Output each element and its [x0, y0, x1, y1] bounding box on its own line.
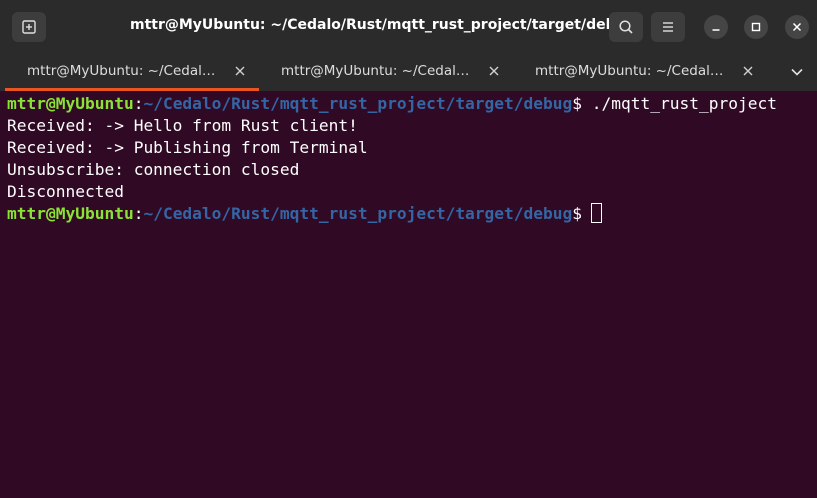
close-button[interactable] — [785, 15, 809, 39]
tab-1[interactable]: mttr@MyUbuntu: ~/Cedal… — [0, 53, 259, 91]
new-tab-button[interactable] — [12, 12, 46, 42]
prompt-symbol: $ — [572, 94, 592, 113]
output-line: Received: -> Publishing from Terminal — [7, 138, 368, 157]
terminal-cursor — [591, 203, 603, 223]
tab-close-button[interactable] — [487, 64, 501, 78]
close-icon — [792, 22, 802, 32]
new-tab-icon — [21, 19, 37, 35]
tab-close-button[interactable] — [741, 64, 755, 78]
tab-label: mttr@MyUbuntu: ~/Cedal… — [535, 63, 724, 79]
output-line: Disconnected — [7, 182, 124, 201]
title-bar: mttr@MyUbuntu: ~/Cedalo/Rust/mqtt_rust_p… — [0, 0, 817, 53]
terminal-window: mttr@MyUbuntu: ~/Cedalo/Rust/mqtt_rust_p… — [0, 0, 817, 498]
window-title: mttr@MyUbuntu: ~/Cedalo/Rust/mqtt_rust_p… — [130, 17, 636, 33]
prompt-path: ~/Cedalo/Rust/mqtt_rust_project/target/d… — [143, 204, 573, 223]
tab-overflow-button[interactable] — [786, 63, 808, 81]
prompt-symbol: $ — [572, 204, 583, 223]
output-line: Unsubscribe: connection closed — [7, 160, 300, 179]
menu-button[interactable] — [651, 12, 685, 42]
close-icon — [743, 66, 753, 76]
hamburger-menu-icon — [661, 20, 675, 34]
tab-label: mttr@MyUbuntu: ~/Cedal… — [27, 63, 216, 79]
terminal-line-prompt: mttr@MyUbuntu:~/Cedalo/Rust/mqtt_rust_pr… — [7, 93, 777, 115]
command-text: ./mqtt_rust_project — [591, 94, 777, 113]
minimize-icon — [711, 22, 721, 32]
search-button[interactable] — [609, 12, 643, 42]
prompt-separator: : — [133, 204, 144, 223]
close-icon — [489, 66, 499, 76]
terminal-line-prompt: mttr@MyUbuntu:~/Cedalo/Rust/mqtt_rust_pr… — [7, 203, 603, 225]
minimize-button[interactable] — [704, 15, 728, 39]
tab-bar: mttr@MyUbuntu: ~/Cedal… mttr@MyUbuntu: ~… — [0, 53, 817, 91]
prompt-separator: : — [133, 94, 144, 113]
terminal-output[interactable]: mttr@MyUbuntu:~/Cedalo/Rust/mqtt_rust_pr… — [0, 91, 817, 498]
search-icon — [618, 19, 634, 35]
close-icon — [235, 66, 245, 76]
prompt-path: ~/Cedalo/Rust/mqtt_rust_project/target/d… — [143, 94, 573, 113]
tab-2[interactable]: mttr@MyUbuntu: ~/Cedal… — [254, 53, 508, 91]
tab-3[interactable]: mttr@MyUbuntu: ~/Cedal… — [508, 53, 762, 91]
prompt-user: mttr@MyUbuntu — [7, 94, 134, 113]
tab-close-button[interactable] — [233, 64, 247, 78]
maximize-button[interactable] — [744, 15, 768, 39]
chevron-down-icon — [790, 67, 804, 77]
tab-label: mttr@MyUbuntu: ~/Cedal… — [281, 63, 470, 79]
output-line: Received: -> Hello from Rust client! — [7, 116, 358, 135]
prompt-user: mttr@MyUbuntu — [7, 204, 134, 223]
maximize-icon — [751, 22, 761, 32]
